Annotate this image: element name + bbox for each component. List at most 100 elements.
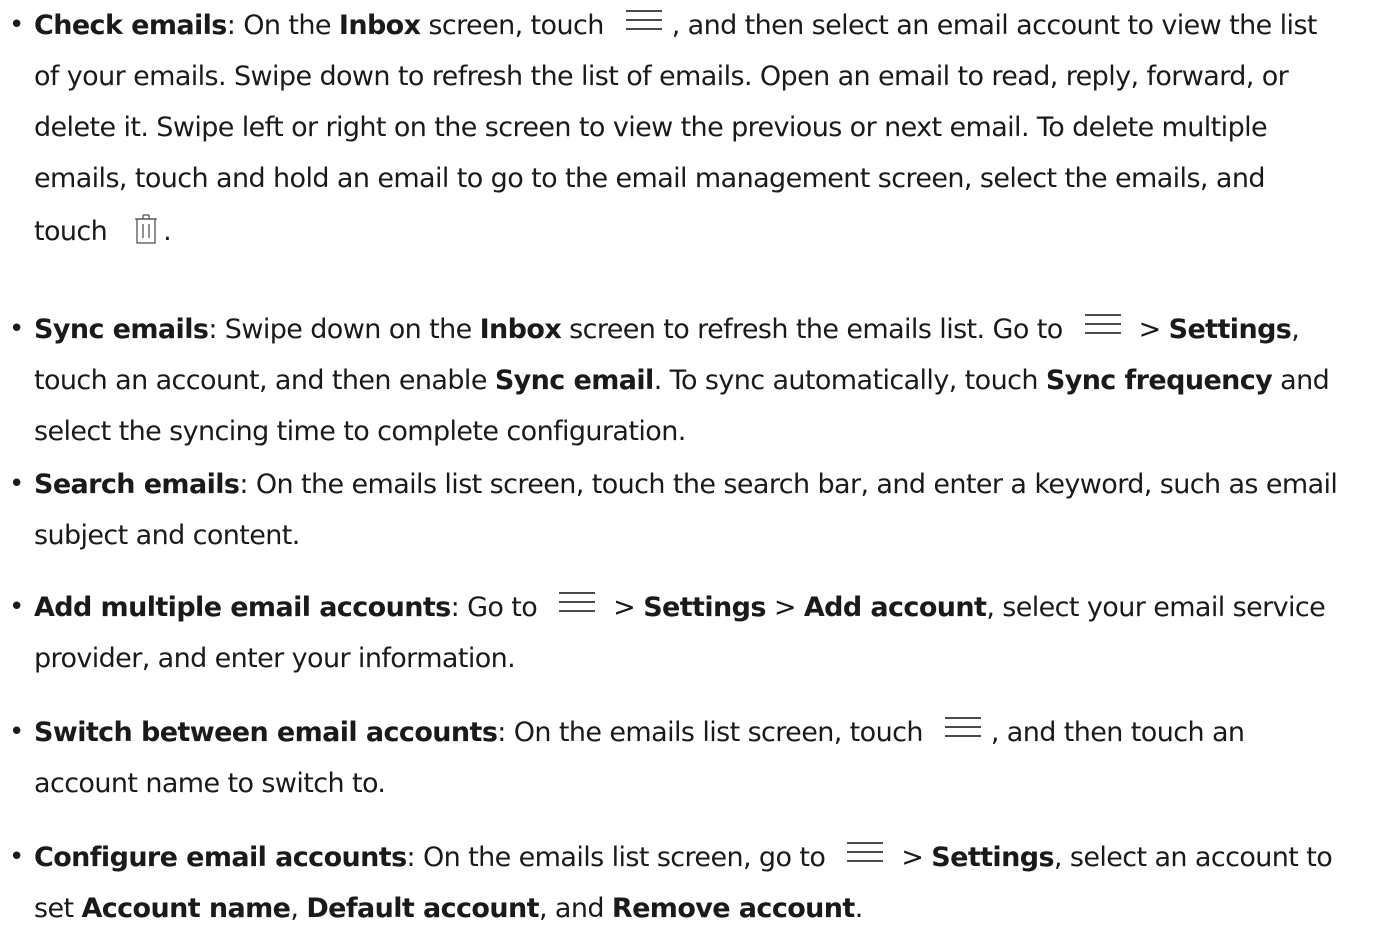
trash-icon — [133, 209, 159, 244]
document-page: • Check emails: On the Inbox screen, touc… — [0, 0, 1374, 924]
text-line: Check emails: On the Inbox screen, touch… — [0, 0, 1374, 51]
menu-icon-bar — [944, 725, 981, 728]
text-line: Sync emails: Swipe down on the Inbox scr… — [0, 304, 1374, 355]
bullet-dot: • — [9, 10, 24, 40]
text-run: : On the emails list screen, go to — [406, 842, 834, 873]
text-run: : Go to — [450, 592, 546, 623]
text-run: screen to refresh the emails list. Go to — [561, 314, 1071, 345]
text-line: delete it. Swipe left or right on the sc… — [0, 102, 1374, 153]
text-run: : Swipe down on the — [208, 314, 480, 345]
text-run: subject and content. — [34, 520, 300, 551]
text-line: of your emails. Swipe down to refresh th… — [0, 51, 1374, 102]
text-run: , — [1291, 314, 1300, 345]
text-run: , select an account to — [1053, 842, 1333, 873]
bold-term: Remove account — [611, 893, 855, 924]
menu-icon-bar — [1084, 322, 1121, 325]
text-line: emails, touch and hold an email to go to… — [0, 153, 1374, 204]
text-run: account name to switch to. — [34, 768, 386, 799]
bold-term: Add account — [803, 592, 987, 623]
text-run: > — [605, 592, 644, 623]
text-run: > — [893, 842, 932, 873]
text-run: . — [854, 893, 864, 924]
bullet-dot: • — [9, 842, 24, 872]
text-line: touch an account, and then enable Sync e… — [0, 355, 1374, 406]
menu-icon-bar — [847, 841, 884, 844]
menu-icon-bar — [944, 716, 981, 719]
bold-term: Configure email accounts — [34, 842, 407, 873]
text-run: of your emails. Swipe down to refresh th… — [34, 61, 1289, 92]
text-line: Search emails: On the emails list screen… — [0, 459, 1374, 510]
menu-icon-bar — [559, 600, 596, 603]
bold-term: Sync emails — [34, 314, 209, 345]
bold-term: Default account — [306, 893, 539, 924]
bold-term: Search emails — [34, 469, 240, 500]
bold-term: Settings — [931, 842, 1054, 873]
list-item: • Switch between email accounts: On the e… — [0, 707, 1374, 809]
text-line: subject and content. — [0, 510, 1374, 561]
text-run: emails, touch and hold an email to go to… — [34, 163, 1265, 194]
bullet-dot: • — [9, 314, 24, 344]
bold-term: Sync frequency — [1045, 365, 1273, 396]
text-run: select the syncing time to complete conf… — [34, 416, 686, 447]
text-line: Switch between email accounts: On the em… — [0, 707, 1374, 758]
menu-icon — [559, 591, 596, 614]
text-line: touch . — [0, 204, 1374, 255]
text-line: select the syncing time to complete conf… — [0, 406, 1374, 457]
text-run: , and then touch an — [990, 717, 1245, 748]
text-line: provider, and enter your information. — [0, 633, 1374, 684]
bold-term: Switch between email accounts — [34, 717, 498, 748]
list-item: • Sync emails: Swipe down on the Inbox sc… — [0, 304, 1374, 457]
menu-icon — [847, 841, 884, 864]
menu-icon-bar — [559, 591, 596, 594]
menu-icon-bar — [1084, 313, 1121, 316]
text-run: touch an account, and then enable — [34, 365, 495, 396]
list-item: • Search emails: On the emails list scree… — [0, 459, 1374, 561]
bold-term: Sync email — [494, 365, 654, 396]
text-run: : On the emails list screen, touch the s… — [239, 469, 1338, 500]
menu-icon-bar — [944, 734, 981, 737]
list-item: • Configure email accounts: On the emails… — [0, 832, 1374, 934]
bullet-dot: • — [9, 469, 24, 499]
bold-term: Inbox — [479, 314, 562, 345]
text-run: touch — [34, 216, 116, 247]
text-run: > — [765, 592, 804, 623]
text-run: set — [34, 893, 82, 924]
menu-icon — [625, 9, 662, 32]
text-line: set Account name, Default account, and R… — [0, 883, 1374, 934]
text-line: Configure email accounts: On the emails … — [0, 832, 1374, 883]
menu-icon-bar — [847, 859, 884, 862]
list-item: • Add multiple email accounts: Go to > Se… — [0, 582, 1374, 684]
text-run: , and — [538, 893, 612, 924]
bold-term: Settings — [1168, 314, 1292, 345]
menu-icon-bar — [847, 850, 884, 853]
text-run: screen, touch — [420, 10, 612, 41]
bold-term: Check emails — [34, 10, 227, 41]
text-run: . To sync automatically, touch — [653, 365, 1046, 396]
bold-term: Account name — [81, 893, 291, 924]
bold-term: Settings — [643, 592, 766, 623]
text-run: : On the emails list screen, touch — [497, 717, 931, 748]
bold-term: Add multiple email accounts — [34, 592, 451, 623]
text-run: and — [1272, 365, 1330, 396]
text-run: , select your email service — [986, 592, 1326, 623]
text-run: . — [163, 216, 172, 247]
bullet-dot: • — [9, 717, 24, 747]
text-run: > — [1130, 314, 1169, 345]
list-item: • Check emails: On the Inbox screen, touc… — [0, 0, 1374, 255]
menu-icon-bar — [1084, 331, 1121, 334]
text-line: Add multiple email accounts: Go to > Set… — [0, 582, 1374, 633]
menu-icon — [944, 716, 981, 739]
text-run: , — [290, 893, 307, 924]
text-run: delete it. Swipe left or right on the sc… — [34, 112, 1268, 143]
text-run: provider, and enter your information. — [34, 643, 516, 674]
bullet-dot: • — [9, 592, 24, 622]
text-run: : On the — [226, 10, 339, 41]
menu-icon-bar — [625, 27, 662, 30]
menu-icon — [1084, 313, 1121, 336]
bold-term: Inbox — [338, 10, 421, 41]
text-line: account name to switch to. — [0, 758, 1374, 809]
menu-icon-bar — [625, 9, 662, 12]
text-run: , and then select an email account to vi… — [671, 10, 1318, 41]
menu-icon-bar — [625, 18, 662, 21]
menu-icon-bar — [559, 609, 596, 612]
